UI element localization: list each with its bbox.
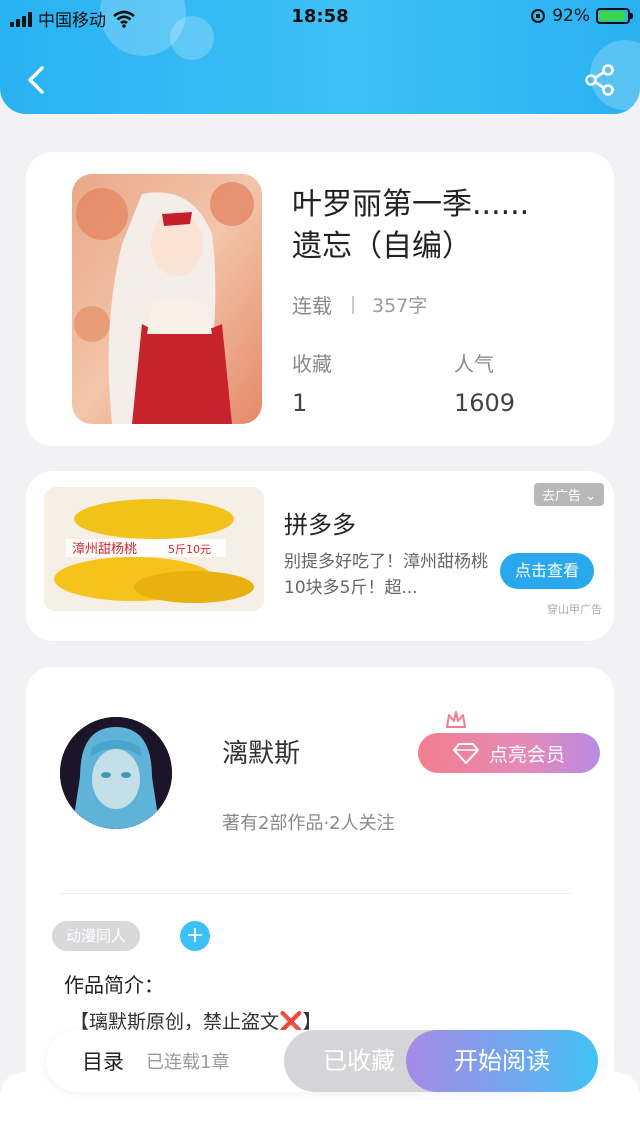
- vip-button[interactable]: 点亮会员: [418, 733, 600, 773]
- word-count: 357字: [372, 295, 428, 317]
- status-bar: 中国移动 18:58 92%: [0, 0, 640, 34]
- popularity-value: 1609: [454, 389, 516, 417]
- add-tag-button[interactable]: +: [180, 921, 210, 951]
- divider: [60, 893, 570, 894]
- start-reading-button[interactable]: 开始阅读: [406, 1030, 598, 1092]
- remove-ad-tag[interactable]: 去广告 ⌄: [533, 483, 604, 506]
- back-icon[interactable]: [20, 62, 56, 98]
- ad-starfruit-image: 漳州甜杨桃 5斤10元: [44, 487, 264, 611]
- favorites-label: 收藏: [292, 352, 332, 376]
- genre-tag[interactable]: 动漫同人: [52, 921, 141, 951]
- ad-image-text: 漳州甜杨桃: [72, 541, 137, 557]
- ad-image-price: 5斤10元: [168, 543, 211, 556]
- book-info-card: 叶罗丽第一季...... 遗忘（自编） 连载 357字 收藏 1 人气 1609: [26, 152, 614, 446]
- author-name[interactable]: 漓默斯: [222, 733, 300, 770]
- ad-card[interactable]: 漳州甜杨桃 5斤10元 拼多多 别提多好吃了！漳州甜杨桃10块多5斤！超... …: [26, 471, 614, 641]
- serial-count: 已连载1章: [146, 1052, 230, 1073]
- meta-divider: [352, 295, 354, 314]
- ad-title: 拼多多: [284, 511, 356, 539]
- author-avatar[interactable]: [60, 717, 172, 829]
- crown-icon: [446, 711, 466, 728]
- battery-percent: 92%: [552, 6, 590, 26]
- orientation-lock-icon: [531, 9, 546, 23]
- bottom-action-bar: 目录 已连载1章 已收藏 开始阅读: [46, 1030, 598, 1092]
- book-title: 叶罗丽第一季...... 遗忘（自编）: [292, 184, 592, 268]
- book-title-line2: 遗忘（自编）: [292, 229, 472, 264]
- popularity-label: 人气: [454, 352, 494, 376]
- header: 中国移动 18:58 92%: [0, 0, 640, 114]
- diamond-icon: [452, 743, 479, 764]
- ad-source-label: 穿山甲广告: [547, 603, 602, 616]
- popularity-stat: 人气 1609: [454, 348, 515, 417]
- ad-image[interactable]: 漳州甜杨桃 5斤10元: [44, 487, 264, 611]
- avatar-illustration: [60, 717, 172, 829]
- intro-label: 作品简介：: [64, 973, 164, 997]
- book-meta: 连载 357字: [292, 290, 427, 319]
- cover-illustration: [72, 174, 262, 424]
- book-cover[interactable]: [72, 174, 262, 424]
- battery-icon: [596, 8, 633, 24]
- vip-button-label: 点亮会员: [488, 743, 565, 766]
- book-title-line1: 叶罗丽第一季......: [292, 187, 530, 222]
- favorites-stat: 收藏 1: [292, 348, 332, 417]
- share-icon[interactable]: [582, 62, 618, 98]
- toc-button[interactable]: 目录: [82, 1046, 124, 1076]
- book-status: 连载: [292, 294, 332, 318]
- ad-description: 别提多好吃了！漳州甜杨桃10块多5斤！超...: [284, 552, 488, 598]
- author-info: 著有2部作品·2人关注: [222, 813, 395, 834]
- favorites-value: 1: [292, 389, 308, 417]
- ad-view-button[interactable]: 点击查看: [500, 553, 594, 589]
- status-right: 92%: [530, 6, 633, 26]
